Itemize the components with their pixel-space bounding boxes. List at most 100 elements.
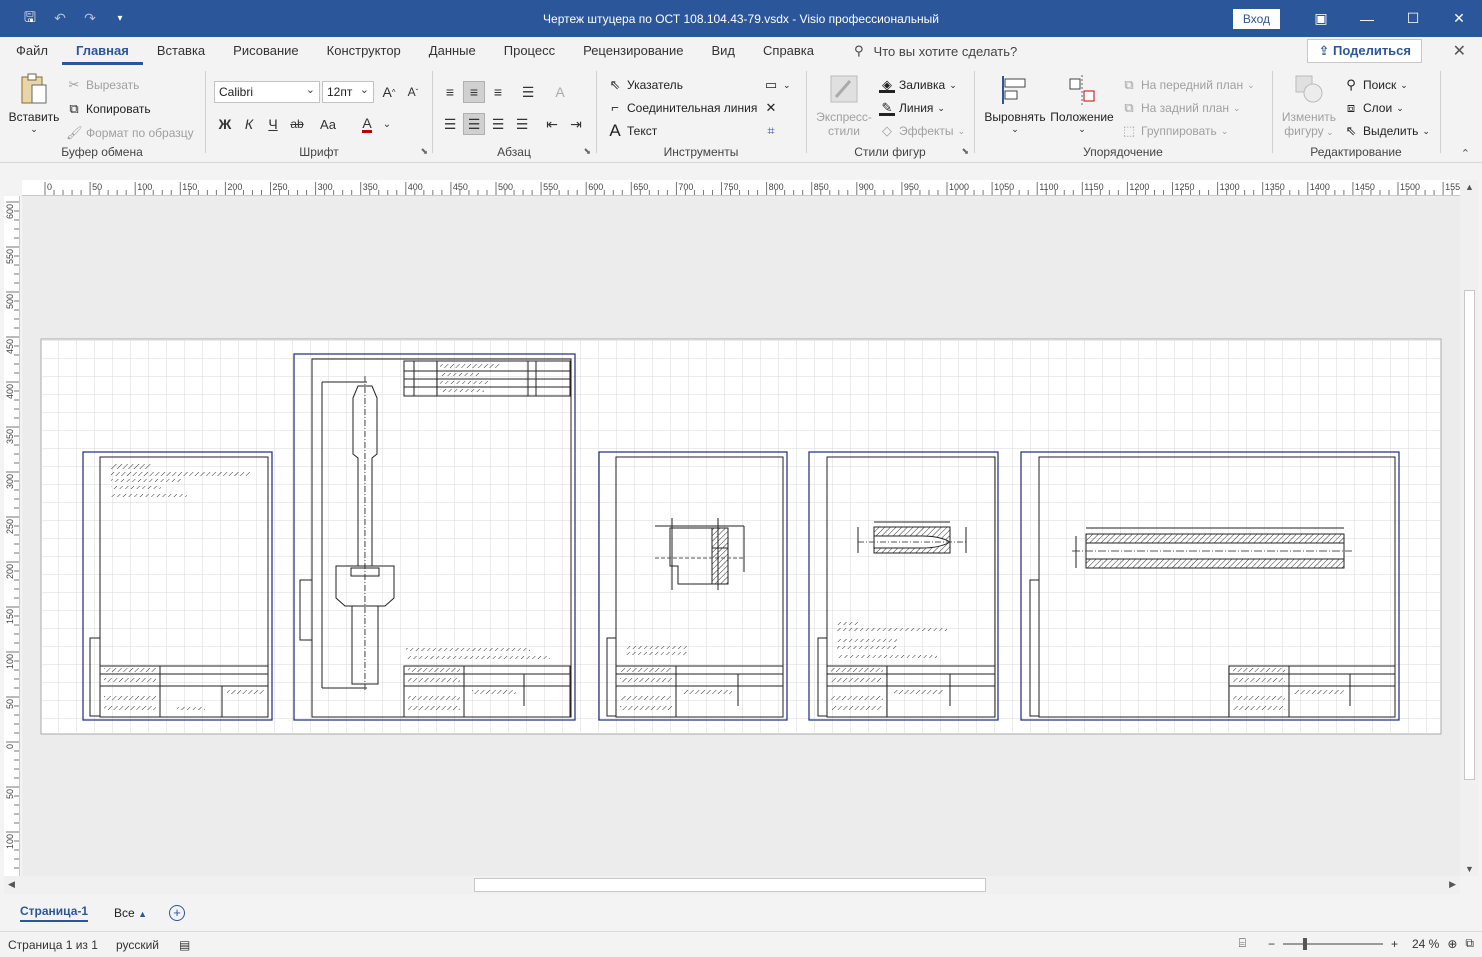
close-icon[interactable]: ✕ (1436, 0, 1482, 37)
bring-to-front-button[interactable]: ⧉ На передний план ⌄ (1121, 77, 1254, 93)
tab-review[interactable]: Рецензирование (569, 37, 697, 65)
line-button[interactable]: ✎ Линия ⌄ (879, 100, 945, 116)
scroll-left-icon[interactable]: ◀ (8, 879, 15, 890)
dialog-launcher-icon[interactable]: ⬊ (420, 146, 428, 157)
align-right-icon[interactable]: ☰ (487, 113, 509, 135)
vertical-ruler[interactable]: 600 550 500 450 400 350 300 250 200 150 100 50 0 50 10… (4, 196, 20, 876)
text-direction-icon[interactable]: A (549, 81, 571, 103)
justify-icon[interactable]: ☰ (511, 113, 533, 135)
tab-file[interactable]: Файл (2, 37, 62, 65)
ruler-label: 300 (5, 474, 15, 489)
all-pages-button[interactable]: Все ▲ (114, 906, 147, 920)
cut-button[interactable]: ✂ Вырезать (66, 77, 140, 93)
connection-point-button[interactable]: ⌗ (763, 123, 779, 139)
align-middle-icon[interactable]: ≡ (463, 81, 485, 103)
delete-connector-button[interactable]: ✕ (763, 100, 779, 116)
vertical-scroll-thumb[interactable] (1464, 290, 1475, 780)
zoom-slider-thumb[interactable] (1302, 937, 1307, 950)
horizontal-scroll-thumb[interactable] (474, 878, 986, 892)
vertical-scrollbar[interactable]: ▲ ▼ (1460, 180, 1478, 876)
zoom-level[interactable]: 24 % (1412, 937, 1439, 951)
connector-tool-button[interactable]: ⌐ Соединительная линия (607, 100, 757, 116)
dialog-launcher-icon[interactable]: ⬊ (583, 146, 591, 157)
strikethrough-button[interactable]: ab (286, 113, 308, 135)
quick-styles-button[interactable]: Экспресс- стили (813, 73, 875, 138)
tab-design[interactable]: Конструктор (313, 37, 415, 65)
increase-indent-icon[interactable]: ⇥ (565, 113, 587, 135)
align-left-icon[interactable]: ☰ (439, 113, 461, 135)
zoom-in-icon[interactable]: + (1391, 937, 1398, 951)
group-label: Абзац (497, 145, 531, 159)
minimize-icon[interactable]: — (1344, 0, 1390, 37)
font-color-button[interactable]: A (356, 113, 378, 135)
tab-insert[interactable]: Вставка (143, 37, 219, 65)
collapse-ribbon-icon[interactable]: ⌃ (1461, 147, 1470, 160)
paste-button[interactable]: Вставить ⌄ (6, 73, 62, 135)
change-shape-button[interactable]: Изменить фигуру ⌄ (1277, 73, 1341, 138)
font-size-combo[interactable]: 12пт (322, 80, 374, 103)
font-family-combo[interactable]: Calibri (214, 80, 320, 103)
tab-home[interactable]: Главная (61, 37, 143, 65)
page-indicator[interactable]: Страница 1 из 1 (8, 938, 98, 952)
macro-recorder-icon[interactable]: ▤ (179, 938, 190, 952)
undo-icon[interactable]: ↶ (48, 7, 72, 31)
bold-button[interactable]: Ж (214, 113, 236, 135)
position-button[interactable]: Положение ⌄ (1049, 73, 1115, 135)
close-icon[interactable]: ✕ (1453, 41, 1466, 61)
switch-windows-icon[interactable]: ⧉ (1465, 936, 1474, 951)
scroll-up-icon[interactable]: ▲ (1465, 182, 1474, 192)
align-center-icon[interactable]: ☰ (463, 113, 485, 135)
grow-font-icon[interactable]: A ^ (378, 81, 400, 103)
page-tab-1[interactable]: Страница-1 (20, 904, 89, 922)
language-indicator[interactable]: русский (116, 938, 159, 952)
underline-button[interactable]: Ч (262, 113, 284, 135)
share-button[interactable]: ⇪ Поделиться (1307, 39, 1422, 63)
presentation-mode-icon[interactable]: ⌸ (1239, 936, 1246, 951)
pointer-tool-button[interactable]: ⇖ Указатель (607, 77, 683, 93)
ruler-label: 200 (5, 564, 15, 579)
find-button[interactable]: ⚲ Поиск ⌄ (1343, 77, 1408, 93)
ribbon-display-options-icon[interactable]: ▣ (1298, 0, 1344, 37)
scroll-down-icon[interactable]: ▼ (1465, 864, 1474, 874)
chevron-down-icon[interactable]: ⌄ (376, 113, 398, 135)
change-case-button[interactable]: Aa (312, 113, 344, 135)
align-top-icon[interactable]: ≡ (439, 81, 461, 103)
add-page-icon[interactable]: + (169, 905, 185, 921)
tell-me-search[interactable]: ⚲ Что вы хотите сделать? (854, 43, 1017, 59)
align-button[interactable]: Выровнять ⌄ (983, 73, 1047, 135)
decrease-indent-icon[interactable]: ⇤ (541, 113, 563, 135)
tab-data[interactable]: Данные (415, 37, 490, 65)
align-bottom-icon[interactable]: ≡ (487, 81, 509, 103)
drawing-canvas[interactable] (22, 196, 1460, 876)
zoom-out-icon[interactable]: − (1268, 937, 1275, 951)
tab-process[interactable]: Процесс (490, 37, 569, 65)
scroll-right-icon[interactable]: ▶ (1449, 879, 1456, 890)
zoom-slider[interactable] (1282, 937, 1383, 950)
fill-button[interactable]: ◈ Заливка ⌄ (879, 77, 957, 93)
customize-qa-icon[interactable]: ▾ (108, 7, 132, 31)
dialog-launcher-icon[interactable]: ⬊ (961, 146, 969, 157)
save-icon[interactable]: 🖫 (18, 7, 42, 31)
tab-view[interactable]: Вид (697, 37, 749, 65)
fit-page-icon[interactable]: ⊕ (1447, 937, 1457, 951)
redo-icon[interactable]: ↷ (78, 7, 102, 31)
send-to-back-button[interactable]: ⧉ На задний план ⌄ (1121, 100, 1240, 116)
sign-in-button[interactable]: Вход (1232, 8, 1280, 29)
bullets-icon[interactable]: ☰ (517, 81, 539, 103)
rectangle-tool-button[interactable]: ▭ ⌄ (763, 77, 791, 93)
tab-help[interactable]: Справка (749, 37, 828, 65)
ruler-label: 150 (182, 182, 197, 192)
copy-button[interactable]: ⧉ Копировать (66, 101, 150, 117)
horizontal-scrollbar[interactable]: ◀ ▶ (4, 876, 1460, 894)
italic-button[interactable]: К (238, 113, 260, 135)
horizontal-ruler[interactable]: 0 50 100 150 200 250 300 350 400 450 500 550 600 650 7… (22, 180, 1460, 196)
shrink-font-icon[interactable]: Aˇ (402, 81, 424, 103)
text-tool-button[interactable]: A Текст (607, 122, 657, 139)
layers-button[interactable]: ⧈ Слои ⌄ (1343, 100, 1404, 116)
select-button[interactable]: ⇖ Выделить ⌄ (1343, 123, 1430, 139)
format-painter-button[interactable]: 🖌 Формат по образцу (66, 125, 194, 141)
group-button[interactable]: ⬚ Группировать ⌄ (1121, 123, 1229, 139)
maximize-icon[interactable]: ☐ (1390, 0, 1436, 37)
effects-button[interactable]: ◇ Эффекты ⌄ (879, 123, 965, 139)
tab-draw[interactable]: Рисование (219, 37, 312, 65)
